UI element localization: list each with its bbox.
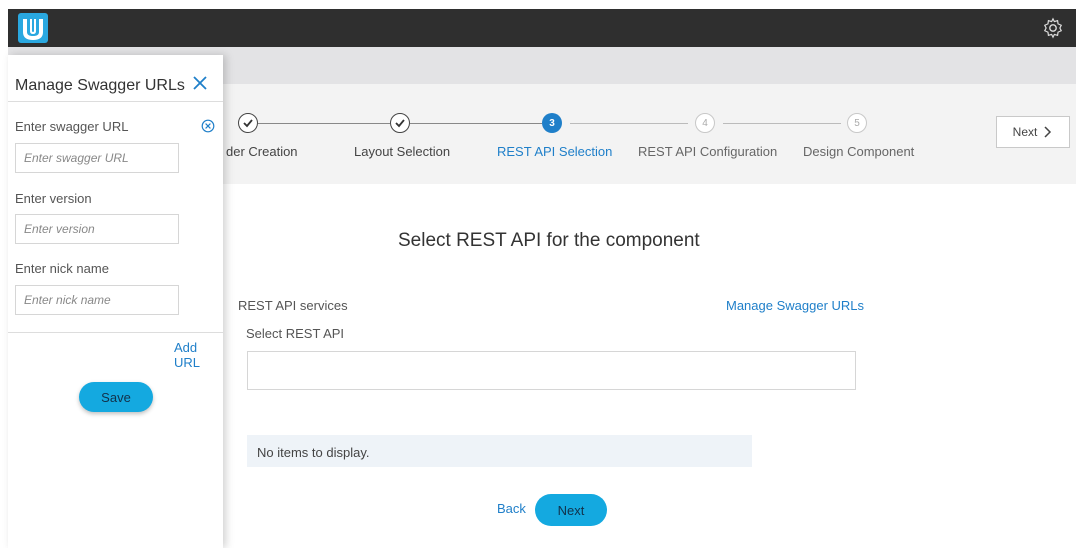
nick-name-label: Enter nick name (15, 261, 109, 276)
divider (8, 101, 223, 102)
step-3-circle: 3 (542, 113, 562, 133)
step-2-label: Layout Selection (354, 144, 451, 159)
page-title: Select REST API for the component (398, 230, 700, 251)
brand-logo-icon[interactable] (18, 13, 48, 43)
step-4-circle: 4 (695, 113, 715, 133)
rest-api-select[interactable] (247, 351, 856, 390)
step-connector (570, 123, 688, 124)
swagger-url-input[interactable] (15, 143, 179, 173)
stepper-next-label: Next (1012, 125, 1038, 139)
save-button[interactable]: Save (79, 382, 153, 412)
step-3-label: REST API Selection (497, 144, 613, 159)
empty-list-message: No items to display. (247, 435, 752, 467)
gear-icon[interactable] (1042, 17, 1064, 39)
manage-swagger-panel: Manage Swagger URLs Enter swagger URL En… (8, 55, 223, 548)
back-button[interactable]: Back (497, 501, 526, 516)
chevron-right-icon (1044, 126, 1052, 138)
select-rest-api-label: Select REST API (246, 326, 345, 341)
swagger-url-label: Enter swagger URL (15, 119, 129, 134)
step-connector (258, 123, 390, 124)
nick-name-input[interactable] (15, 285, 179, 315)
step-1-label: der Creation (226, 144, 298, 159)
panel-title: Manage Swagger URLs (15, 77, 185, 94)
clear-circle-icon[interactable] (201, 119, 215, 133)
version-input[interactable] (15, 214, 179, 244)
stepper-next-button[interactable]: Next (996, 116, 1070, 148)
version-label: Enter version (15, 191, 92, 206)
next-button[interactable]: Next (535, 494, 607, 526)
services-label: REST API services (238, 298, 348, 313)
step-connector (723, 123, 841, 124)
step-5-label: Design Component (803, 144, 915, 159)
manage-swagger-urls-link[interactable]: Manage Swagger URLs (726, 298, 864, 313)
step-1-check-icon (238, 113, 258, 133)
top-bar (8, 9, 1076, 47)
add-url-link[interactable]: Add URL (174, 340, 223, 370)
divider (8, 332, 223, 333)
step-connector (410, 123, 542, 124)
step-2-check-icon (390, 113, 410, 133)
step-5-circle: 5 (847, 113, 867, 133)
close-icon[interactable] (190, 73, 210, 93)
step-4-label: REST API Configuration (638, 144, 778, 159)
